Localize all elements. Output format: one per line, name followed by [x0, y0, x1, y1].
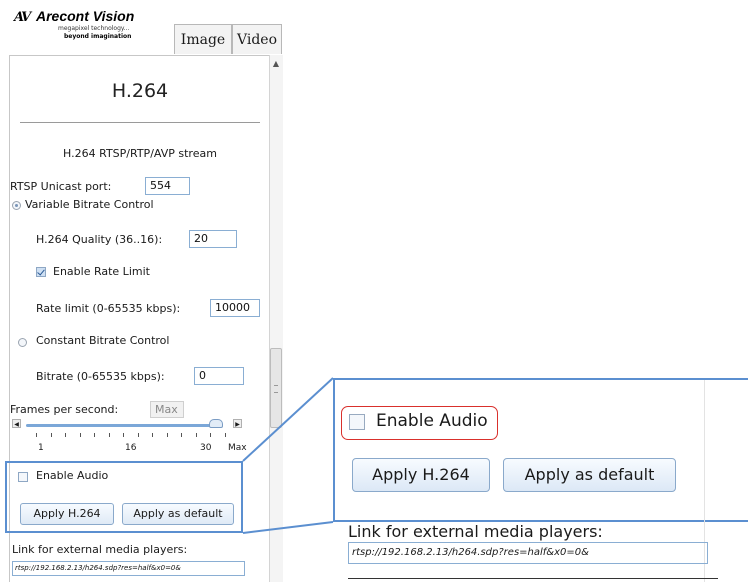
zoom-apply-h264-button[interactable]: Apply H.264 [352, 458, 490, 492]
zoom-bottom-divider [348, 578, 718, 579]
zoom-apply-as-default-button[interactable]: Apply as default [503, 458, 676, 492]
connector-line-bottom [242, 521, 334, 534]
zoom-external-link-input[interactable]: rtsp://192.168.2.13/h264.sdp?res=half&x0… [348, 542, 708, 564]
zoom-enable-audio-label: Enable Audio [376, 411, 488, 431]
zoom-enable-audio-checkbox[interactable] [349, 414, 365, 430]
callout-zoom-box [333, 378, 748, 522]
zoom-external-link-label: Link for external media players: [348, 522, 603, 541]
connector-line-top [242, 377, 334, 462]
